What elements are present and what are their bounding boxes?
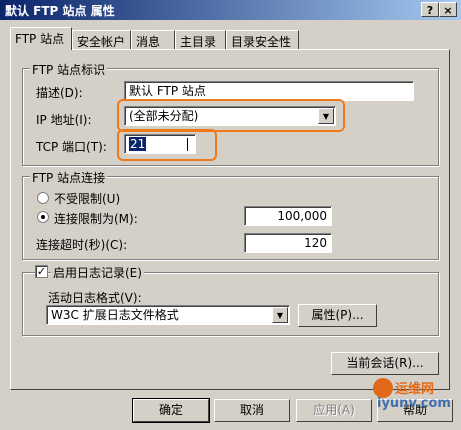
description-label: 描述(D): (36, 86, 83, 100)
connections-group-title: FTP 站点连接 (30, 169, 108, 186)
tab-messages[interactable]: 消息 (131, 30, 175, 49)
cancel-button[interactable]: 取消 (214, 399, 290, 422)
connection-limit-input[interactable]: 100,000 (244, 206, 332, 226)
unlimited-radio[interactable] (37, 192, 49, 204)
watermark-logo: 运维网 iyunv.com (373, 376, 453, 416)
log-format-label: 活动日志格式(V): (48, 291, 142, 305)
unlimited-label: 不受限制(U) (54, 192, 121, 206)
log-format-value: W3C 扩展日志文件格式 (51, 308, 179, 322)
description-input[interactable]: 默认 FTP 站点 (124, 81, 414, 101)
tcp-highlight-box (117, 129, 217, 161)
log-format-dropdown-arrow-icon[interactable]: ▼ (272, 307, 288, 323)
enable-logging-checkbox[interactable]: ✓ (35, 265, 48, 278)
log-format-select[interactable]: W3C 扩展日志文件格式 (46, 305, 290, 325)
help-title-button[interactable]: ? (421, 2, 439, 17)
timeout-label: 连接超时(秒)(C): (36, 238, 128, 252)
limited-radio[interactable] (37, 211, 49, 223)
tab-directory-security[interactable]: 目录安全性 (226, 30, 299, 49)
limited-label: 连接限制为(M): (54, 212, 138, 226)
watermark-text-1: 运维网 (395, 382, 435, 397)
current-sessions-button[interactable]: 当前会话(R)... (331, 352, 439, 375)
ip-highlight-box (117, 99, 345, 132)
apply-button[interactable]: 应用(A) (296, 399, 372, 422)
window-title: 默认 FTP 站点 属性 (5, 4, 115, 18)
tab-security-accounts[interactable]: 安全帐户 (72, 30, 131, 49)
ok-button[interactable]: 确定 (132, 398, 210, 423)
timeout-input[interactable]: 120 (244, 233, 332, 253)
enable-logging-label: 启用日志记录(E) (51, 264, 144, 281)
tab-home-directory[interactable]: 主目录 (175, 30, 226, 49)
watermark-logo-icon (373, 378, 393, 398)
watermark-text-2: iyunv.com (377, 396, 451, 411)
ip-address-label: IP 地址(I): (36, 113, 92, 127)
close-icon[interactable]: × (439, 2, 457, 17)
tcp-port-label: TCP 端口(T): (36, 140, 107, 154)
site-id-group-title: FTP 站点标识 (30, 61, 108, 78)
log-properties-button[interactable]: 属性(P)... (298, 304, 377, 327)
tab-ftp-site[interactable]: FTP 站点 (10, 27, 72, 50)
